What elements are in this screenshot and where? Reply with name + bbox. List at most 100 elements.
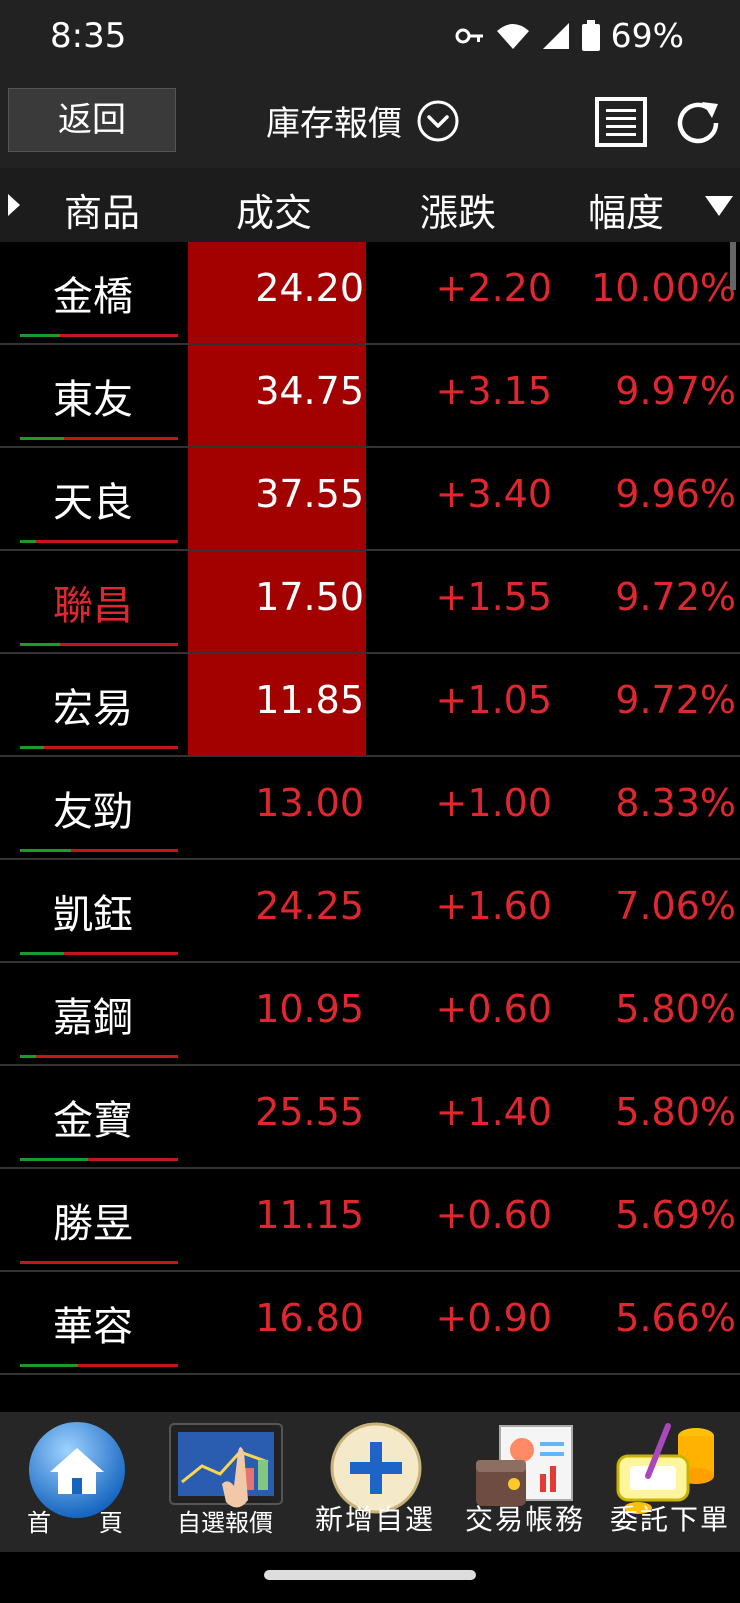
nav-add-watchlist-label: 新增自選 [314, 1503, 435, 1536]
stock-name[interactable]: 金橋 [53, 264, 133, 322]
nav-account[interactable]: 交易帳務 [450, 1412, 600, 1552]
battery-percent: 69% [610, 16, 684, 55]
status-icons: 69% [455, 16, 684, 55]
change-percent: 9.72% [615, 575, 736, 619]
volume-ratio-bar [20, 849, 178, 852]
signal-icon [542, 22, 569, 49]
price-change: +3.15 [435, 369, 552, 413]
last-price: 24.20 [255, 266, 364, 310]
last-price: 11.15 [255, 1193, 364, 1237]
change-percent: 7.06% [615, 884, 736, 928]
change-percent: 5.80% [615, 987, 736, 1031]
volume-ratio-bar-green [20, 746, 44, 749]
scrollbar[interactable] [730, 242, 736, 290]
last-price: 17.50 [255, 575, 364, 619]
change-percent: 9.97% [615, 369, 736, 413]
volume-ratio-bar-green [20, 1158, 88, 1161]
stock-name[interactable]: 金寶 [53, 1088, 133, 1146]
last-price: 24.25 [255, 884, 364, 928]
quote-row[interactable]: 聯昌 17.50 +1.55 9.72% [0, 551, 740, 654]
battery-icon [581, 19, 600, 51]
quote-row[interactable]: 東友 34.75 +3.15 9.97% [0, 345, 740, 448]
stock-name[interactable]: 凱鈺 [53, 882, 133, 940]
quote-row[interactable]: 宏易 11.85 +1.05 9.72% [0, 654, 740, 757]
quote-row[interactable]: 天良 37.55 +3.40 9.96% [0, 448, 740, 551]
quote-row[interactable]: 凱鈺 24.25 +1.60 7.06% [0, 860, 740, 963]
stock-name[interactable]: 友勁 [53, 779, 133, 837]
price-change: +0.90 [435, 1296, 552, 1340]
volume-ratio-bar-green [20, 334, 60, 337]
status-bar: 8:35 69% [0, 0, 740, 74]
nav-order-label: 委託下單 [609, 1503, 730, 1536]
col-last-price[interactable]: 成交 [236, 182, 312, 237]
quote-list[interactable]: 金橋 24.20 +2.20 10.00% 東友 34.75 +3.15 9.97% 天良 37.… [0, 242, 740, 1412]
volume-ratio-bar-green [20, 849, 71, 852]
stock-name[interactable]: 嘉鋼 [53, 985, 133, 1043]
quote-row[interactable]: 嘉鋼 10.95 +0.60 5.80% [0, 963, 740, 1066]
gesture-pill[interactable] [264, 1570, 476, 1580]
last-price: 16.80 [255, 1296, 364, 1340]
last-price: 10.95 [255, 987, 364, 1031]
price-change: +1.40 [435, 1090, 552, 1134]
expand-arrow-icon[interactable] [6, 192, 22, 218]
nav-order[interactable]: 委託下單 [600, 1412, 740, 1552]
sort-desc-icon[interactable] [704, 194, 734, 218]
price-change: +1.00 [435, 781, 552, 825]
last-price: 11.85 [255, 678, 364, 722]
quote-row[interactable]: 友勁 13.00 +1.00 8.33% [0, 757, 740, 860]
nav-watchlist[interactable]: 自選報價 [150, 1412, 300, 1552]
volume-ratio-bar [20, 1055, 178, 1058]
stock-name[interactable]: 天良 [53, 470, 133, 528]
price-change: +1.60 [435, 884, 552, 928]
stock-name[interactable]: 勝昱 [53, 1191, 133, 1249]
col-percent[interactable]: 幅度 [588, 182, 664, 237]
refresh-icon[interactable] [672, 98, 724, 148]
price-change: +1.05 [435, 678, 552, 722]
quote-row[interactable]: 勝昱 11.15 +0.60 5.69% [0, 1169, 740, 1272]
page-title: 庫存報價 [266, 104, 402, 144]
nav-home-label: 首 頁 [27, 1509, 123, 1537]
bottom-nav: 首 頁 自選報價 新增自選 交易帳務 委託下單 [0, 1412, 740, 1552]
price-change: +0.60 [435, 1193, 552, 1237]
status-time: 8:35 [50, 16, 127, 56]
col-change[interactable]: 漲跌 [420, 182, 496, 237]
volume-ratio-bar [20, 437, 178, 440]
back-button[interactable]: 返回 [8, 88, 176, 152]
price-change: +1.55 [435, 575, 552, 619]
stock-name[interactable]: 宏易 [53, 676, 133, 734]
volume-ratio-bar-green [20, 1364, 79, 1367]
change-percent: 8.33% [615, 781, 736, 825]
price-change: +2.20 [435, 266, 552, 310]
quote-row[interactable]: 華容 16.80 +0.90 5.66% [0, 1272, 740, 1375]
page-title-dropdown[interactable]: 庫存報價 [266, 96, 460, 145]
volume-ratio-bar [20, 1158, 178, 1161]
nav-add-watchlist[interactable]: 新增自選 [300, 1412, 450, 1552]
stock-name[interactable]: 東友 [53, 367, 133, 425]
nav-account-label: 交易帳務 [464, 1503, 585, 1536]
volume-ratio-bar-green [20, 437, 65, 440]
quote-row[interactable]: 金橋 24.20 +2.20 10.00% [0, 242, 740, 345]
volume-ratio-bar [20, 1261, 178, 1264]
volume-ratio-bar [20, 334, 178, 337]
volume-ratio-bar [20, 1364, 178, 1367]
price-change: +3.40 [435, 472, 552, 516]
col-product[interactable]: 商品 [64, 182, 140, 237]
stock-name[interactable]: 華容 [53, 1294, 133, 1352]
title-bar: 返回 庫存報價 [0, 74, 740, 168]
column-header: 商品 成交 漲跌 幅度 [0, 168, 740, 242]
volume-ratio-bar [20, 643, 178, 646]
key-icon [455, 28, 483, 43]
volume-ratio-bar [20, 952, 178, 955]
nav-home[interactable]: 首 頁 [0, 1412, 150, 1552]
change-percent: 9.72% [615, 678, 736, 722]
chevron-down-circle-icon[interactable] [416, 99, 460, 143]
last-price: 13.00 [255, 781, 364, 825]
quote-row[interactable]: 金寶 25.55 +1.40 5.80% [0, 1066, 740, 1169]
volume-ratio-bar [20, 746, 178, 749]
volume-ratio-bar [20, 540, 178, 543]
change-percent: 10.00% [591, 266, 736, 310]
list-icon[interactable] [594, 96, 648, 148]
nav-watchlist-label: 自選報價 [177, 1509, 273, 1537]
stock-name[interactable]: 聯昌 [53, 573, 133, 631]
last-price: 25.55 [255, 1090, 364, 1134]
